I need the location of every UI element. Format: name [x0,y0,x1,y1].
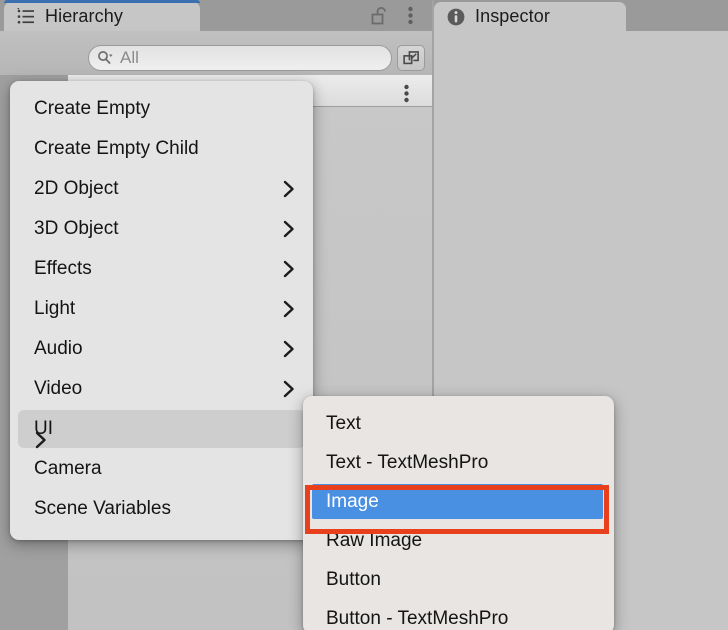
hierarchy-kebab-menu-button[interactable] [400,5,420,27]
hierarchy-search-input[interactable]: All [88,45,392,71]
submenu-item-label: Text - TextMeshPro [326,451,489,473]
menu-item-label: Video [34,378,83,399]
hierarchy-tab-tools [369,0,420,31]
ui-submenu: Text Text - TextMeshPro Image Raw Image Butt… [303,396,614,630]
tab-hierarchy-label: Hierarchy [45,6,123,26]
inspector-tabstrip: Inspector [434,0,728,31]
submenu-item-label: Image [326,490,379,512]
menu-item-label: Effects [34,258,92,279]
menu-item-label: Audio [34,338,83,359]
menu-item-effects[interactable]: Effects [10,249,313,289]
submenu-item-label: Raw Image [326,529,423,551]
chevron-right-icon [283,260,294,278]
submenu-item-button-textmeshpro[interactable]: Button - TextMeshPro [303,599,614,630]
menu-item-label: Create Empty [34,98,151,119]
menu-item-label: Light [34,298,76,319]
tab-hierarchy[interactable]: Hierarchy [4,0,200,31]
submenu-item-label: Button - TextMeshPro [326,607,509,629]
menu-item-light[interactable]: Light [10,289,313,329]
submenu-item-image[interactable]: Image [303,482,614,521]
tab-inspector-label: Inspector [475,6,550,26]
menu-item-label: Scene Variables [34,498,171,519]
submenu-item-label: Text [326,412,361,434]
unity-editor-screenshot: All Hierarchy Inspector Create Empty Cre… [0,0,728,630]
chevron-right-icon [283,380,294,398]
chevron-right-icon [283,220,294,238]
info-circle-icon [447,8,465,25]
submenu-item-raw-image[interactable]: Raw Image [303,521,614,560]
menu-item-video[interactable]: Video [10,369,313,409]
menu-item-ui[interactable]: UI [10,409,313,449]
lock-button[interactable] [369,5,389,27]
menu-item-label: Camera [34,458,102,479]
create-context-menu: Create Empty Create Empty Child 2D Object 3… [10,81,313,540]
search-icon [98,51,113,64]
menu-item-label: Create Empty Child [34,138,199,159]
expand-window-icon [402,50,419,64]
tab-inspector[interactable]: Inspector [434,2,626,31]
background-panel-kebab-menu-button[interactable] [396,82,416,104]
hierarchy-list-icon [17,7,34,23]
hierarchy-tabstrip: Hierarchy [0,0,432,31]
menu-item-audio[interactable]: Audio [10,329,313,369]
chevron-right-icon [35,431,46,449]
menu-item-create-empty[interactable]: Create Empty [10,89,313,129]
search-expand-button[interactable] [397,45,425,71]
submenu-item-button[interactable]: Button [303,560,614,599]
hierarchy-search-placeholder: All [120,48,139,67]
menu-item-3d-object[interactable]: 3D Object [10,209,313,249]
lock-open-icon [371,6,386,24]
chevron-right-icon [283,300,294,318]
chevron-right-icon [283,180,294,198]
submenu-item-text-textmeshpro[interactable]: Text - TextMeshPro [303,443,614,482]
menu-item-label: 3D Object [34,218,119,239]
submenu-item-text[interactable]: Text [303,404,614,443]
menu-item-camera[interactable]: Camera [10,449,313,489]
menu-item-scene-variables[interactable]: Scene Variables [10,489,313,529]
kebab-menu-icon [407,6,413,25]
chevron-right-icon [283,340,294,358]
submenu-item-label: Button [326,568,381,590]
menu-item-2d-object[interactable]: 2D Object [10,169,313,209]
menu-item-label: 2D Object [34,178,119,199]
menu-item-create-empty-child[interactable]: Create Empty Child [10,129,313,169]
kebab-menu-icon [403,84,409,102]
